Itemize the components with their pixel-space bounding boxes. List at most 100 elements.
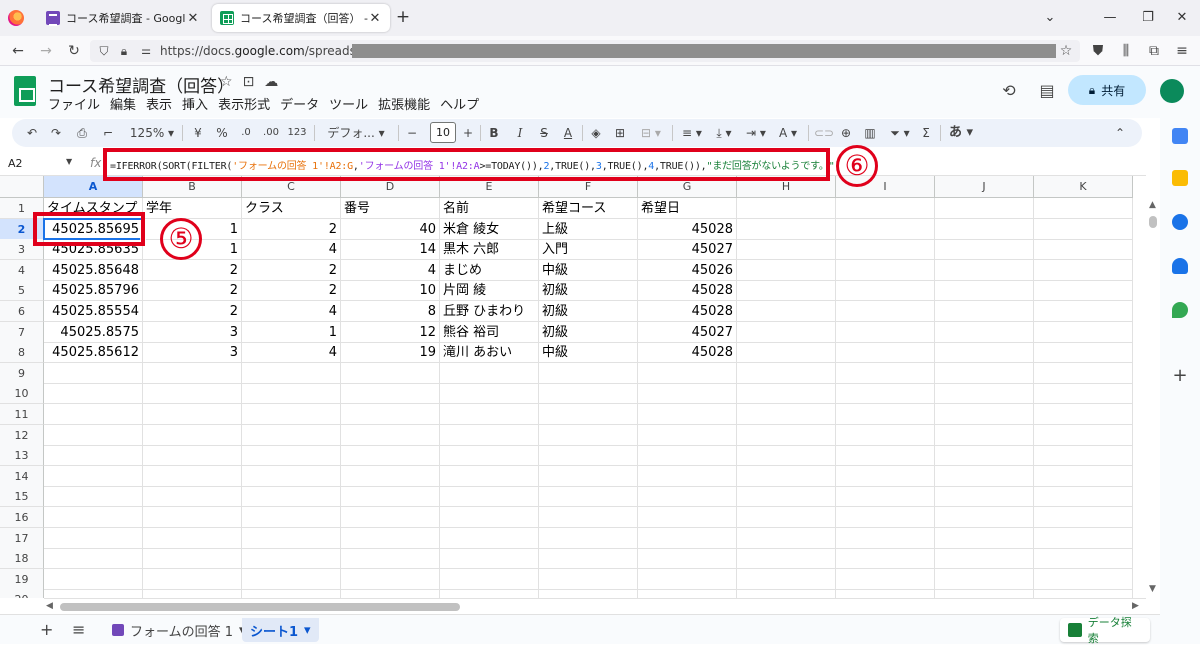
row-header-14[interactable]: 14: [0, 465, 44, 487]
cell-j8[interactable]: [935, 342, 1034, 364]
cell-c11[interactable]: [242, 404, 341, 425]
cell-b18[interactable]: [143, 548, 242, 570]
cell-j1[interactable]: [935, 198, 1034, 219]
cell-g13[interactable]: [638, 445, 737, 467]
cell-b14[interactable]: [143, 465, 242, 487]
row-header-1[interactable]: 1: [0, 198, 44, 219]
cell-b19[interactable]: [143, 568, 242, 590]
cell-g12[interactable]: [638, 424, 737, 446]
cell-f6[interactable]: 初級: [539, 301, 638, 322]
scroll-right-icon[interactable]: ▶: [1132, 601, 1139, 611]
column-header-a[interactable]: A: [44, 176, 143, 198]
cell-i20[interactable]: [836, 589, 935, 598]
cell-k1[interactable]: [1034, 198, 1133, 219]
pocket-icon[interactable]: ⛊: [1088, 41, 1108, 61]
explore-button[interactable]: データ探索: [1060, 616, 1150, 645]
column-header-f[interactable]: F: [539, 176, 638, 198]
cell-h9[interactable]: [737, 362, 836, 384]
add-sheet-button[interactable]: +: [40, 620, 53, 639]
cell-f17[interactable]: [539, 527, 638, 549]
minimize-button[interactable]: —: [1100, 8, 1120, 28]
cell-h16[interactable]: [737, 507, 836, 528]
cell-k12[interactable]: [1034, 424, 1133, 446]
back-button[interactable]: ←: [8, 41, 28, 61]
cell-a12[interactable]: [44, 424, 143, 446]
cell-h15[interactable]: [737, 486, 836, 508]
cell-j18[interactable]: [935, 548, 1034, 570]
history-icon[interactable]: ⟲: [998, 80, 1020, 102]
cell-i1[interactable]: [836, 198, 935, 219]
chart-icon[interactable]: ▥: [862, 123, 878, 143]
cell-j15[interactable]: [935, 486, 1034, 508]
cell-k13[interactable]: [1034, 445, 1133, 467]
cell-d4[interactable]: 4: [341, 259, 440, 281]
cell-b1[interactable]: 学年: [143, 198, 242, 219]
cell-a9[interactable]: [44, 362, 143, 384]
font-select[interactable]: デフォ... ▾: [320, 123, 392, 143]
decrease-decimal-button[interactable]: .0: [236, 123, 256, 143]
cell-e19[interactable]: [440, 568, 539, 590]
cell-e10[interactable]: [440, 383, 539, 405]
column-header-c[interactable]: C: [242, 176, 341, 198]
cell-e15[interactable]: [440, 486, 539, 508]
cell-g5[interactable]: 45028: [638, 280, 737, 302]
formula-input[interactable]: =IFERROR(SORT(FILTER('フォームの回答 1'!A2:G,'フ…: [110, 157, 841, 172]
cell-g9[interactable]: [638, 362, 737, 384]
restore-button[interactable]: ❐: [1138, 8, 1158, 28]
row-header-10[interactable]: 10: [0, 383, 44, 405]
url-bar[interactable]: ⛉ 🔒︎ ⚌ https://docs.google.com/spreadshe…: [90, 40, 1080, 62]
cell-f3[interactable]: 入門: [539, 239, 638, 261]
cell-e1[interactable]: 名前: [440, 198, 539, 219]
cell-c4[interactable]: 2: [242, 259, 341, 281]
cell-e11[interactable]: [440, 404, 539, 425]
shield-icon[interactable]: ⛉: [94, 41, 114, 61]
cell-c18[interactable]: [242, 548, 341, 570]
cell-d14[interactable]: [341, 465, 440, 487]
cell-j9[interactable]: [935, 362, 1034, 384]
cell-a16[interactable]: [44, 507, 143, 528]
increase-decimal-button[interactable]: .00: [260, 123, 282, 143]
cell-a2[interactable]: 45025.85695: [44, 218, 143, 240]
cell-b8[interactable]: 3: [143, 342, 242, 364]
browser-tab-forms[interactable]: コース希望調査 - Google フォーム ✕: [38, 4, 208, 32]
cell-j13[interactable]: [935, 445, 1034, 467]
cell-h17[interactable]: [737, 527, 836, 549]
cell-k16[interactable]: [1034, 507, 1133, 528]
cell-g17[interactable]: [638, 527, 737, 549]
cell-h18[interactable]: [737, 548, 836, 570]
collapse-toolbar-icon[interactable]: ⌃: [1112, 123, 1128, 143]
cell-c20[interactable]: [242, 589, 341, 598]
sheet-tab-form-responses[interactable]: フォームの回答 1 ▾: [104, 618, 254, 642]
cell-b17[interactable]: [143, 527, 242, 549]
cell-c19[interactable]: [242, 568, 341, 590]
cell-h7[interactable]: [737, 321, 836, 343]
more-formats-button[interactable]: 123: [286, 123, 308, 143]
chevron-down-icon[interactable]: ▼: [66, 157, 72, 166]
cell-a18[interactable]: [44, 548, 143, 570]
text-wrap-icon[interactable]: ⇥ ▾: [742, 123, 770, 143]
cell-c7[interactable]: 1: [242, 321, 341, 343]
undo-icon[interactable]: ↶: [24, 123, 40, 143]
cell-e8[interactable]: 滝川 あおい: [440, 342, 539, 364]
cell-d12[interactable]: [341, 424, 440, 446]
cell-e20[interactable]: [440, 589, 539, 598]
cell-d3[interactable]: 14: [341, 239, 440, 261]
menu-view[interactable]: 表示: [146, 94, 172, 113]
cell-d10[interactable]: [341, 383, 440, 405]
row-header-11[interactable]: 11: [0, 404, 44, 425]
cell-h14[interactable]: [737, 465, 836, 487]
cell-i8[interactable]: [836, 342, 935, 364]
cell-g8[interactable]: 45028: [638, 342, 737, 364]
cell-k2[interactable]: [1034, 218, 1133, 240]
horizontal-scrollbar[interactable]: ◀ ▶: [44, 598, 1146, 614]
cell-d7[interactable]: 12: [341, 321, 440, 343]
cell-f1[interactable]: 希望コース: [539, 198, 638, 219]
cell-f9[interactable]: [539, 362, 638, 384]
cell-i5[interactable]: [836, 280, 935, 302]
cell-j11[interactable]: [935, 404, 1034, 425]
cell-g15[interactable]: [638, 486, 737, 508]
cell-a8[interactable]: 45025.85612: [44, 342, 143, 364]
vertical-scroll-thumb[interactable]: [1149, 216, 1157, 228]
all-sheets-button[interactable]: ≡: [72, 620, 85, 639]
scroll-down-icon[interactable]: ▼: [1149, 584, 1156, 594]
